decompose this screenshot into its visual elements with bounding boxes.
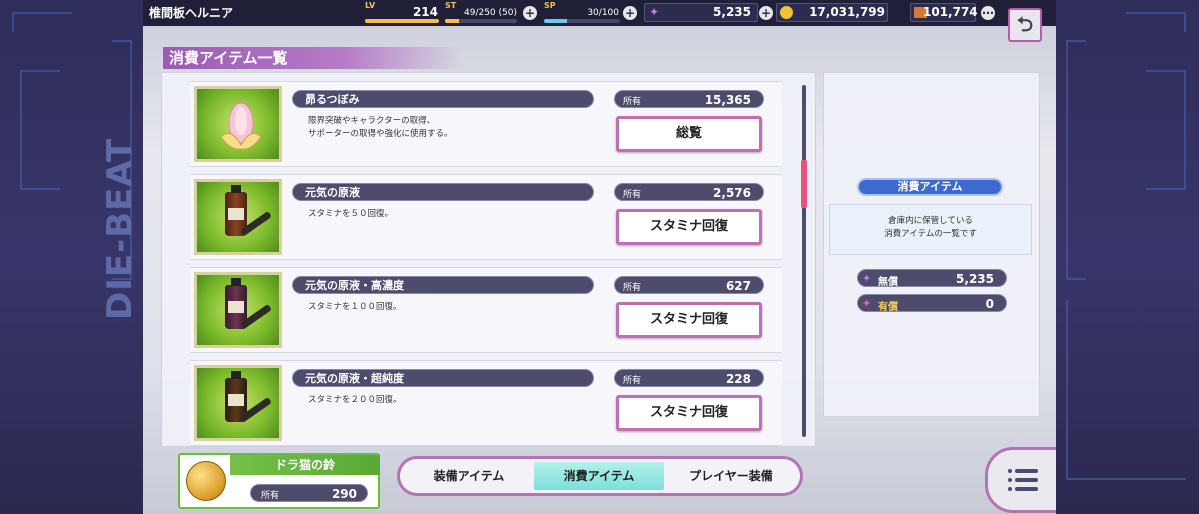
item-owned-count: 所有 228 [614, 369, 764, 387]
owned-value: 627 [725, 279, 751, 293]
main-stage: 椎間板ヘルニア LV 214 ST 49/250 (50) + SP 30/10… [143, 0, 1056, 514]
frame-decoration [12, 12, 72, 32]
stamina-recover-button[interactable]: スタミナ回復 [616, 302, 762, 338]
item-description: スタミナを１００回復。 [308, 302, 402, 312]
back-button[interactable]: ⮌ [1008, 8, 1042, 42]
owned-label: 所有 [623, 376, 642, 386]
menu-list-icon [1008, 466, 1038, 494]
item-owned-count: 所有 627 [614, 276, 764, 294]
owned-label: 所有 [623, 97, 642, 107]
paid-gem-value: 0 [985, 297, 994, 311]
item-icon-frame [194, 86, 282, 162]
bell-icon [186, 461, 226, 501]
menu-button[interactable] [985, 447, 1056, 513]
st-bar [445, 19, 517, 23]
owned-value: 228 [725, 372, 751, 386]
gem-plus-button[interactable]: + [759, 6, 773, 20]
info-title: 消費アイテム [857, 178, 1003, 196]
bell-title: ドラ猫の鈴 [230, 455, 380, 475]
item-description: スタミナを５０回復。 [308, 209, 394, 219]
category-tabs: 装備アイテム 消費アイテム プレイヤー装備 [397, 456, 803, 496]
paid-gem-row: ✦ 有償 0 [857, 294, 1007, 313]
frame-decoration [1146, 70, 1186, 190]
item-name: 昴るつぼみ [292, 90, 594, 108]
item-name: 元気の原液 [292, 183, 594, 201]
item-name: 元気の原液・超純度 [292, 369, 594, 387]
lv-value: 214 [412, 5, 438, 19]
stamina-recover-button[interactable]: スタミナ回復 [616, 209, 762, 245]
scrollbar[interactable] [801, 85, 807, 437]
butterfly-gem-icon: ✦ [649, 5, 660, 19]
item-name: 元気の原液・高濃度 [292, 276, 594, 294]
paid-gem-label: 有償 [878, 302, 898, 313]
lv-label: LV [365, 1, 376, 10]
item-description: スタミナを２００回復。 [308, 395, 402, 405]
back-arrow-icon: ⮌ [1016, 12, 1034, 36]
item-owned-count: 所有 2,576 [614, 183, 764, 201]
stamina-recover-button[interactable]: スタミナ回復 [616, 395, 762, 431]
item-icon-frame [194, 272, 282, 348]
owned-value: 2,576 [713, 186, 751, 200]
item-owned-count: 所有 15,365 [614, 90, 764, 108]
free-gem-row: ✦ 無償 5,235 [857, 269, 1007, 288]
st-plus-button[interactable]: + [523, 6, 537, 20]
sp-plus-button[interactable]: + [623, 6, 637, 20]
list-item: 元気の原液・超純度 スタミナを２００回復。 所有 228 スタミナ回復 [190, 360, 782, 446]
item-list-panel: 昴るつぼみ 限界突破やキャラクターの取得、 サポーターの取得や強化に使用する。 … [161, 72, 816, 447]
flower-bud-icon [220, 102, 262, 150]
owned-label: 所有 [261, 491, 280, 501]
butterfly-gem-icon: ✦ [862, 272, 872, 285]
coin-value: 17,031,799 [809, 5, 885, 19]
item-icon-frame [194, 365, 282, 441]
frame-decoration [20, 70, 60, 190]
free-gem-value: 5,235 [956, 272, 994, 286]
scrollbar-thumb[interactable] [801, 160, 807, 208]
overview-button[interactable]: 総覧 [616, 116, 762, 152]
lv-bar [365, 19, 439, 23]
player-name: 椎間板ヘルニア [149, 6, 234, 20]
info-description: 倉庫内に保管している 消費アイテムの一覧です [829, 204, 1032, 255]
tab-equipment-items[interactable]: 装備アイテム [404, 462, 534, 490]
gem-value: 5,235 [713, 5, 751, 19]
owned-label: 所有 [623, 190, 642, 200]
item-description: 限界突破やキャラクターの取得、 サポーターの取得や強化に使用する。 [308, 116, 453, 139]
frame-decoration [1066, 40, 1086, 280]
status-bar: 椎間板ヘルニア LV 214 ST 49/250 (50) + SP 30/10… [143, 0, 1056, 26]
tab-player-equipment[interactable]: プレイヤー装備 [666, 462, 796, 490]
left-frame: DIE-BEAT [0, 0, 143, 514]
free-gem-label: 無償 [878, 277, 898, 288]
owned-value: 15,365 [704, 93, 751, 107]
ticket-value: 101,774 [923, 5, 978, 19]
sp-bar [544, 19, 620, 23]
tab-consumable-items[interactable]: 消費アイテム [534, 462, 664, 490]
right-frame [1056, 0, 1199, 514]
game-logo-text: DIE-BEAT [100, 137, 140, 320]
item-icon-frame [194, 179, 282, 255]
owned-label: 所有 [623, 283, 642, 293]
sp-value: 30/100 [587, 8, 619, 18]
butterfly-gem-icon: ✦ [862, 297, 872, 310]
owned-value: 290 [331, 487, 357, 501]
list-item: 元気の原液・高濃度 スタミナを１００回復。 所有 627 スタミナ回復 [190, 267, 782, 353]
coin-icon [780, 6, 793, 19]
list-item: 元気の原液 スタミナを５０回復。 所有 2,576 スタミナ回復 [190, 174, 782, 260]
list-item: 昴るつぼみ 限界突破やキャラクターの取得、 サポーターの取得や強化に使用する。 … [190, 81, 782, 167]
page-title: 消費アイテム一覧 [163, 47, 463, 69]
bell-owned-count: 所有 290 [250, 484, 368, 502]
frame-decoration [1066, 300, 1186, 480]
st-value: 49/250 (50) [464, 8, 517, 18]
frame-decoration [1126, 12, 1186, 32]
bell-item-box: ドラ猫の鈴 所有 290 [178, 453, 380, 509]
ticket-info-button[interactable]: ⋯ [981, 6, 995, 20]
